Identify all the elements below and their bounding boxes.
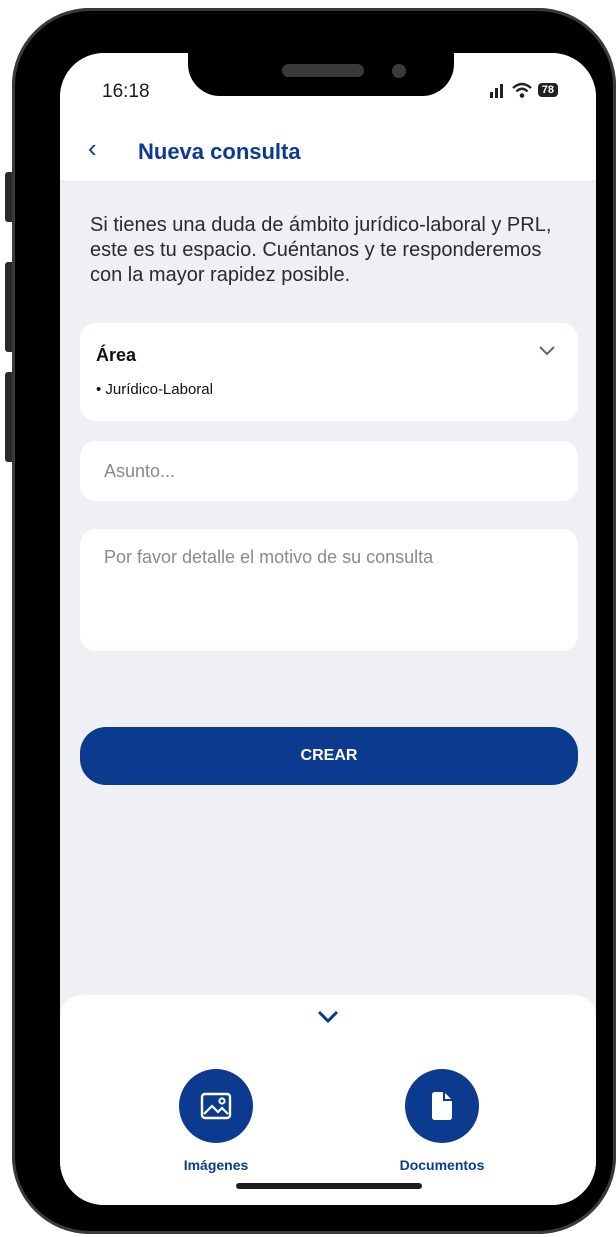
image-icon: [200, 1092, 232, 1120]
home-indicator[interactable]: [236, 1183, 422, 1189]
area-label: Área: [96, 345, 137, 365]
area-value: • Jurídico-Laboral: [96, 381, 213, 398]
crear-button[interactable]: CREAR: [80, 727, 578, 785]
status-time: 16:18: [102, 81, 150, 102]
asunto-field-container: [80, 441, 578, 501]
chevron-left-icon[interactable]: ‹: [88, 133, 97, 164]
phone-frame: 16:18 78 ‹ Nueva consulta Si tienes una …: [12, 8, 616, 1234]
phone-screen: 16:18 78 ‹ Nueva consulta Si tienes una …: [60, 53, 596, 1205]
wifi-icon: [511, 82, 532, 98]
motivo-field-container: [80, 529, 578, 651]
attach-documents-button[interactable]: Documentos: [382, 1069, 502, 1173]
image-icon-circle[interactable]: [179, 1069, 253, 1143]
signal-icon: [489, 84, 503, 98]
images-label: Imágenes: [183, 1157, 249, 1173]
attachments-sheet: Imágenes Documentos: [60, 995, 596, 1205]
motivo-textarea[interactable]: [80, 529, 578, 651]
speaker-grille: [282, 64, 364, 77]
chevron-down-icon[interactable]: [308, 1003, 348, 1033]
document-icon-circle[interactable]: [405, 1069, 479, 1143]
intro-text: Si tienes una duda de ámbito jurídico-la…: [90, 214, 552, 286]
front-camera: [392, 64, 406, 78]
attach-images-button[interactable]: Imágenes: [156, 1069, 276, 1173]
document-icon: [432, 1092, 452, 1120]
camera-notch: [188, 16, 454, 96]
status-icons: 78: [488, 81, 558, 99]
documents-label: Documentos: [399, 1157, 485, 1173]
asunto-input[interactable]: [80, 441, 578, 501]
battery-icon: 78: [537, 83, 558, 97]
app-bar: ‹ Nueva consulta: [60, 123, 596, 182]
chevron-down-icon[interactable]: [538, 345, 556, 357]
page-title: Nueva consulta: [138, 139, 301, 164]
area-select[interactable]: Área • Jurídico-Laboral: [80, 323, 578, 421]
